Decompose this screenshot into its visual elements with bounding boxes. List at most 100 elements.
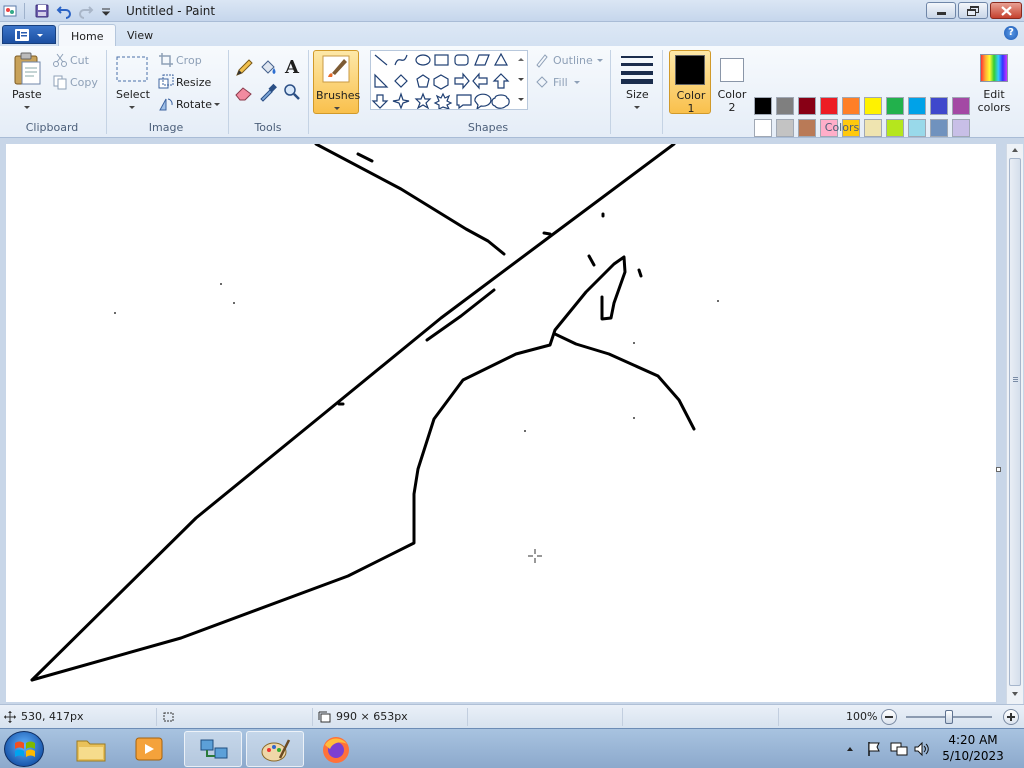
- stroke-tick-4: [637, 268, 643, 278]
- status-bar: 530, 417px 990 × 653px 100%: [0, 704, 1024, 728]
- show-hidden-icons-button[interactable]: [844, 743, 856, 755]
- rotate-button[interactable]: Rotate: [158, 96, 222, 114]
- shapes-gallery[interactable]: [370, 50, 528, 111]
- text-icon[interactable]: A: [282, 58, 302, 78]
- network-app-icon: [200, 739, 228, 759]
- canvas-size: 990 × 653px: [336, 710, 408, 723]
- stroke-tick-2: [542, 231, 552, 236]
- tab-view[interactable]: View: [115, 24, 165, 46]
- palette-swatch[interactable]: [754, 97, 772, 115]
- taskbar-network-app[interactable]: [184, 731, 242, 767]
- palette-swatch[interactable]: [930, 119, 948, 137]
- paint-menu-button[interactable]: [2, 25, 56, 44]
- clock-date[interactable]: 5/10/2023: [930, 749, 1016, 763]
- taskbar-firefox[interactable]: [308, 731, 366, 767]
- rotate-icon: [159, 98, 173, 111]
- palette-swatch[interactable]: [908, 119, 926, 137]
- copy-button[interactable]: Copy: [52, 74, 102, 92]
- outline-label: Outline: [553, 54, 593, 67]
- canvas-resize-handle[interactable]: [996, 467, 1001, 472]
- fill-button[interactable]: Fill: [534, 74, 584, 92]
- fill-bucket-icon[interactable]: [258, 58, 278, 78]
- zoom-in-button[interactable]: [1003, 709, 1019, 725]
- folder-icon: [76, 740, 106, 762]
- windows-logo-icon: [15, 741, 35, 757]
- palette-swatch[interactable]: [776, 97, 794, 115]
- color-picker-icon[interactable]: [258, 82, 278, 102]
- network-icon[interactable]: [890, 741, 908, 757]
- restore-button[interactable]: [958, 2, 988, 19]
- paste-label: Paste: [12, 88, 42, 101]
- stroke-upper-left-line: [314, 142, 506, 256]
- size-button[interactable]: Size: [616, 50, 658, 114]
- select-button[interactable]: Select: [112, 50, 152, 114]
- zoom-out-button[interactable]: [881, 709, 897, 725]
- brushes-label: Brushes: [316, 89, 361, 102]
- image-group-label: Image: [148, 121, 184, 134]
- drawing-canvas[interactable]: [6, 142, 996, 702]
- redo-icon[interactable]: [78, 3, 94, 19]
- eraser-icon[interactable]: [234, 82, 254, 102]
- zoom-slider[interactable]: [906, 710, 992, 724]
- volume-icon[interactable]: [914, 741, 930, 757]
- palette-swatch[interactable]: [798, 97, 816, 115]
- undo-icon[interactable]: [56, 3, 72, 19]
- rainbow-icon: [980, 54, 1008, 82]
- start-button[interactable]: [4, 731, 44, 767]
- scrollbar-thumb[interactable]: [1009, 158, 1021, 686]
- menu-icon: [15, 29, 29, 41]
- close-button[interactable]: [990, 2, 1022, 19]
- customize-toolbar-icon[interactable]: [98, 3, 114, 19]
- crop-button[interactable]: Crop: [158, 52, 214, 70]
- ribbon-tab-row: Home View ?: [0, 22, 1024, 46]
- paste-button[interactable]: Paste: [6, 50, 48, 114]
- outline-button[interactable]: Outline: [534, 52, 604, 70]
- brush-icon: [322, 55, 350, 83]
- crop-label: Crop: [176, 54, 202, 67]
- palette-swatch[interactable]: [776, 119, 794, 137]
- stroke-shoulder-curve: [553, 332, 696, 431]
- cut-label: Cut: [70, 54, 89, 67]
- paint-app-icon[interactable]: [3, 3, 19, 19]
- stroke-tick-3: [587, 254, 596, 267]
- color1-label: Color 1: [676, 89, 706, 115]
- palette-swatch[interactable]: [842, 97, 860, 115]
- palette-swatch[interactable]: [864, 97, 882, 115]
- resize-button[interactable]: Resize: [158, 74, 218, 92]
- tab-home[interactable]: Home: [58, 24, 117, 46]
- color1-button[interactable]: Color 1: [669, 50, 711, 115]
- edit-colors-button[interactable]: Edit colors: [975, 50, 1013, 114]
- pencil-icon[interactable]: [234, 58, 254, 78]
- resize-icon: [158, 74, 174, 89]
- palette-swatch[interactable]: [908, 97, 926, 115]
- palette-swatch[interactable]: [952, 97, 970, 115]
- palette-swatch[interactable]: [754, 119, 772, 137]
- palette-swatch[interactable]: [886, 97, 904, 115]
- vertical-scrollbar[interactable]: [1006, 144, 1023, 704]
- zoom-slider-thumb[interactable]: [945, 710, 953, 724]
- taskbar-explorer[interactable]: [62, 731, 120, 767]
- minimize-button[interactable]: [926, 2, 956, 19]
- crosshair-cursor: [528, 549, 542, 563]
- help-icon[interactable]: ?: [1004, 26, 1018, 40]
- cursor-position: 530, 417px: [21, 710, 84, 723]
- palette-swatch[interactable]: [952, 119, 970, 137]
- size-label: Size: [626, 88, 649, 101]
- resize-label: Resize: [176, 76, 212, 89]
- cut-button[interactable]: Cut: [52, 52, 102, 70]
- taskbar-media-player[interactable]: [120, 731, 178, 767]
- selection-size-icon: [163, 712, 174, 722]
- magnifier-icon[interactable]: [282, 82, 302, 102]
- palette-swatch[interactable]: [820, 97, 838, 115]
- scissors-icon: [53, 53, 67, 67]
- palette-swatch[interactable]: [886, 119, 904, 137]
- brushes-button[interactable]: Brushes: [313, 50, 361, 114]
- taskbar-paint[interactable]: [246, 731, 304, 767]
- palette-swatch[interactable]: [930, 97, 948, 115]
- color2-button[interactable]: Color 2: [713, 50, 751, 114]
- action-center-flag-icon[interactable]: [866, 741, 882, 757]
- save-icon[interactable]: [34, 3, 50, 19]
- shapes-scroll[interactable]: [515, 50, 527, 110]
- clock-time[interactable]: 4:20 AM: [930, 733, 1016, 747]
- clipboard-group-label: Clipboard: [25, 121, 79, 134]
